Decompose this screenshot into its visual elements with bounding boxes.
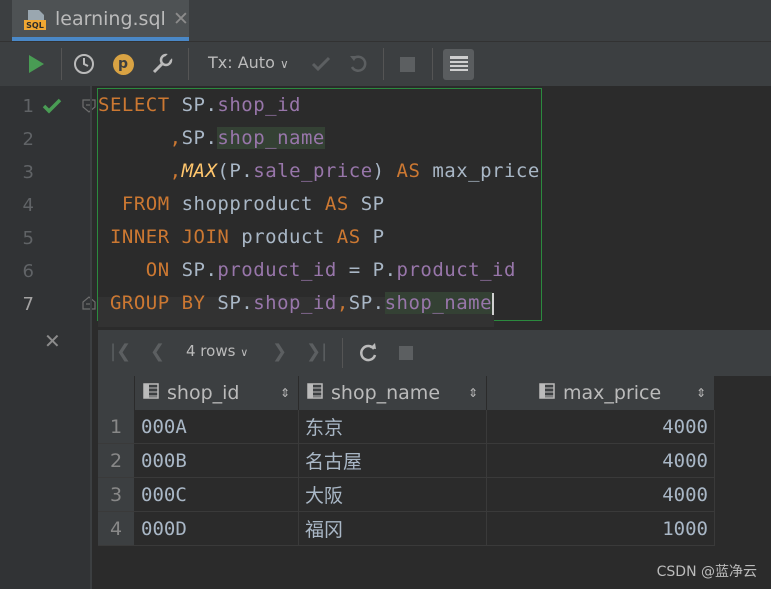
cell-max-price[interactable]: 4000 bbox=[486, 477, 715, 512]
chevron-down-icon: ∨ bbox=[279, 57, 289, 71]
chevron-down-icon: ∨ bbox=[240, 346, 249, 359]
sql-file-icon: SQL bbox=[24, 10, 46, 30]
results-table: shop_id ⇕ shop_name ⇕ max_price ⇕ 1 000A 东京… bbox=[98, 376, 715, 546]
editor-tab-bar: SQL learning.sql ✕ bbox=[0, 0, 771, 42]
line-number: 6 bbox=[22, 261, 34, 282]
cell-shop-name[interactable]: 福冈 bbox=[298, 511, 487, 546]
output-layout-button[interactable] bbox=[443, 42, 474, 86]
row-number-header bbox=[98, 376, 135, 410]
cell-shop-id[interactable]: 000C bbox=[134, 477, 299, 512]
editor-gutter: 1 2 3 4 5 6 7 ✕ bbox=[0, 86, 96, 589]
run-button[interactable] bbox=[22, 42, 50, 86]
sort-icon[interactable]: ⇕ bbox=[696, 386, 706, 400]
cell-shop-id[interactable]: 000B bbox=[134, 443, 299, 478]
line-number: 1 bbox=[22, 96, 34, 117]
column-header-label: shop_id bbox=[167, 382, 240, 404]
last-page-icon[interactable]: ❯| bbox=[306, 341, 327, 362]
stop-icon bbox=[399, 56, 415, 72]
column-icon bbox=[143, 383, 159, 399]
table-header-row: shop_id ⇕ shop_name ⇕ max_price ⇕ bbox=[98, 376, 715, 410]
tab-title: learning.sql bbox=[55, 8, 166, 30]
cell-shop-name[interactable]: 大阪 bbox=[298, 477, 487, 512]
code-line-3: ,MAX(P.sale_price) AS max_price bbox=[169, 160, 540, 182]
cell-max-price[interactable]: 4000 bbox=[486, 443, 715, 478]
stop-button[interactable] bbox=[394, 42, 420, 86]
column-header-max-price[interactable]: max_price ⇕ bbox=[486, 376, 715, 410]
code-line-6: ON SP.product_id = P.product_id bbox=[145, 259, 516, 281]
table-row[interactable]: 4 000D 福冈 1000 bbox=[98, 511, 715, 546]
watermark: CSDN @蓝净云 bbox=[656, 564, 757, 580]
tx-mode-label: Tx: Auto bbox=[208, 53, 275, 72]
column-header-label: shop_name bbox=[331, 382, 441, 404]
code-line-5: INNER JOIN product AS P bbox=[109, 226, 385, 248]
code-line-4: FROM shopproduct AS SP bbox=[121, 193, 385, 215]
play-icon bbox=[29, 55, 44, 73]
undo-icon bbox=[350, 55, 367, 72]
rows-count-label: 4 rows bbox=[186, 342, 236, 360]
cell-max-price[interactable]: 4000 bbox=[486, 410, 715, 444]
rows-count-dropdown[interactable]: 4 rows ∨ bbox=[186, 342, 248, 360]
column-header-shop-name[interactable]: shop_name ⇕ bbox=[298, 376, 487, 410]
line-number: 2 bbox=[22, 129, 34, 150]
line-number: 7 bbox=[22, 294, 34, 315]
commit-button[interactable] bbox=[308, 42, 334, 86]
code-line-2: ,SP.shop_name bbox=[169, 127, 325, 149]
fold-close-icon[interactable] bbox=[82, 296, 96, 310]
svg-text:SQL: SQL bbox=[26, 21, 44, 30]
column-header-label: max_price bbox=[563, 382, 662, 404]
refresh-icon[interactable] bbox=[358, 343, 378, 363]
column-header-shop-id[interactable]: shop_id ⇕ bbox=[134, 376, 299, 410]
wrench-icon bbox=[152, 53, 173, 74]
transaction-mode-dropdown[interactable]: Tx: Auto ∨ bbox=[208, 53, 289, 72]
table-row[interactable]: 1 000A 东京 4000 bbox=[98, 410, 715, 444]
line-number: 5 bbox=[22, 228, 34, 249]
cell-shop-name[interactable]: 名古屋 bbox=[298, 443, 487, 478]
cell-max-price[interactable]: 1000 bbox=[486, 511, 715, 546]
row-number: 3 bbox=[98, 477, 135, 512]
close-results-icon[interactable]: ✕ bbox=[44, 329, 61, 353]
text-caret bbox=[492, 292, 495, 315]
row-number: 2 bbox=[98, 443, 135, 478]
cell-shop-name[interactable]: 东京 bbox=[298, 410, 487, 444]
settings-button[interactable] bbox=[148, 42, 176, 86]
first-page-icon[interactable]: |❮ bbox=[110, 341, 131, 362]
fold-open-icon[interactable] bbox=[82, 99, 96, 113]
column-icon bbox=[539, 383, 555, 399]
next-page-icon[interactable]: ❯ bbox=[272, 341, 287, 362]
previous-page-icon[interactable]: ❮ bbox=[150, 341, 165, 362]
table-row[interactable]: 3 000C 大阪 4000 bbox=[98, 477, 715, 512]
cell-shop-id[interactable]: 000D bbox=[134, 511, 299, 546]
clock-icon bbox=[74, 54, 94, 74]
executed-checkmark-icon bbox=[42, 98, 62, 114]
results-toolbar: |❮ ❮ 4 rows ∨ ❯ ❯| bbox=[98, 330, 771, 376]
line-number: 3 bbox=[22, 162, 34, 183]
code-line-1: SELECT SP.shop_id bbox=[98, 94, 301, 116]
column-icon bbox=[307, 383, 323, 399]
row-number: 4 bbox=[98, 511, 135, 546]
code-line-7: GROUP BY SP.shop_id,SP.shop_name bbox=[109, 292, 495, 315]
p-button[interactable]: p bbox=[109, 42, 137, 86]
table-row[interactable]: 2 000B 名古屋 4000 bbox=[98, 443, 715, 478]
p-badge-icon: p bbox=[112, 53, 134, 75]
tab-learning-sql[interactable]: SQL learning.sql ✕ bbox=[12, 0, 189, 41]
editor-toolbar: p Tx: Auto ∨ bbox=[0, 42, 771, 86]
history-button[interactable] bbox=[70, 42, 98, 86]
row-number: 1 bbox=[98, 410, 135, 444]
checkmark-icon bbox=[311, 56, 331, 72]
table-layout-icon bbox=[443, 48, 474, 80]
sort-icon[interactable]: ⇕ bbox=[468, 386, 478, 400]
results-panel: |❮ ❮ 4 rows ∨ ❯ ❯| shop_id ⇕ shop_name ⇕ m… bbox=[98, 330, 771, 589]
cell-shop-id[interactable]: 000A bbox=[134, 410, 299, 444]
sort-icon[interactable]: ⇕ bbox=[280, 386, 290, 400]
rollback-button[interactable] bbox=[345, 42, 371, 86]
stop-icon[interactable] bbox=[399, 346, 413, 360]
close-icon[interactable]: ✕ bbox=[173, 8, 189, 30]
line-number: 4 bbox=[22, 195, 34, 216]
